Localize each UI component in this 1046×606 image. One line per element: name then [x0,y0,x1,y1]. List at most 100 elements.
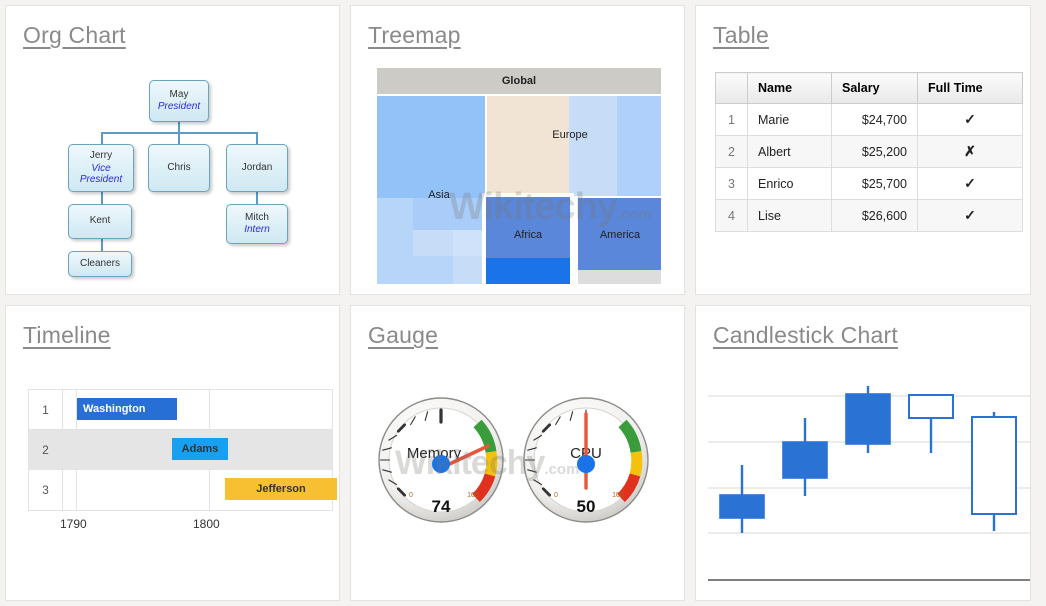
treemap-node-europe-a[interactable] [487,96,569,196]
panel-cell-candlestick: Candlestick Chart [690,300,1036,606]
treemap-node-africa-sub[interactable] [486,258,570,284]
cell-salary: $25,700 [831,167,918,200]
table-header-row: Name Salary Full Time [715,72,1023,104]
cell-fulltime: ✗ [917,135,1023,168]
org-connector [101,132,103,144]
treemap-node-europe-b[interactable] [569,96,617,196]
timeline-tick-1790: 1790 [60,517,87,531]
org-node-jordan[interactable]: Jordan [226,144,288,192]
treemap-node-asia-f[interactable] [377,256,453,284]
treemap-node-label: America [599,229,641,241]
panel-cell-treemap: Treemap Global Asia Europe Africa Americ… [345,0,690,300]
timeline-tick-1800: 1800 [193,517,220,531]
timeline-row[interactable]: 2 Adams [29,430,332,470]
timeline-row-index: 2 [29,430,63,469]
gauge-memory-max: 100 [467,492,479,499]
timeline-row-index: 1 [29,390,63,429]
gauge-title: Gauge [368,322,439,348]
treemap-label-asia: Asia [395,186,483,204]
timeline-title: Timeline [23,322,111,348]
org-connector [178,122,180,132]
cell-fulltime: ✓ [917,103,1023,136]
candlestick-candle-1[interactable] [719,465,765,533]
org-node-jerry[interactable]: Jerry Vice President [68,144,134,192]
org-node-kent[interactable]: Kent [68,204,132,239]
treemap-node-label: Global [501,75,537,87]
treemap-node-asia-a[interactable] [377,96,485,198]
panel-cell-gauge: Gauge Memory 0 100 74 0 100 50 Wikitechy… [345,300,690,606]
treemap-node-global[interactable]: Global [377,68,661,94]
timeline-row[interactable]: 3 Jefferson [29,470,337,510]
treemap-title: Treemap [368,22,461,48]
dashboard-grid: Org Chart May President Jerry Vice Presid… [0,0,1046,606]
treemap-label-africa: Africa [487,226,569,244]
org-chart-canvas: May President Jerry Vice President Chris … [6,66,339,286]
treemap-label-europe: Europe [525,126,615,144]
candlestick-canvas [704,372,1030,597]
gauge-memory[interactable]: Memory 0 100 74 [377,396,505,524]
table-col-salary[interactable]: Salary [831,72,918,104]
timeline-bar-jefferson[interactable]: Jefferson [225,478,337,500]
org-node-role: Intern [244,224,270,235]
org-node-may[interactable]: May President [149,80,209,122]
candlestick-svg [708,386,1030,581]
org-connector [178,132,180,144]
org-node-label: Jordan [241,161,273,173]
cell-name: Enrico [747,167,832,200]
timeline-bar-adams[interactable]: Adams [172,438,228,460]
gauge-cpu-value: 50 [577,497,596,516]
table-row[interactable]: 4 Lise $26,600 ✓ [715,199,1023,232]
org-node-cleaners[interactable]: Cleaners [68,251,132,277]
card-gauge: Gauge Memory 0 100 74 0 100 50 Wikitechy… [350,305,685,601]
table-col-fulltime[interactable]: Full Time [917,72,1023,104]
table-title: Table [713,22,769,48]
table-row[interactable]: 1 Marie $24,700 ✓ [715,103,1023,136]
table-row[interactable]: 3 Enrico $25,700 ✓ [715,167,1023,200]
gauge-cpu[interactable]: CPU 0 100 50 [522,396,650,524]
timeline-bar-washington[interactable]: Washington [77,398,177,420]
treemap-node-label: Africa [513,229,543,241]
candlestick-candle-2[interactable] [782,418,828,496]
gauge-memory-svg: Memory 0 100 74 [378,397,504,523]
treemap-node-asia-g[interactable] [453,256,485,284]
cell-salary: $24,700 [831,103,918,136]
gauge-canvas: Memory 0 100 74 0 100 50 Wikitechy.com [367,386,684,576]
cell-name: Albert [747,135,832,168]
treemap-node-asia-b[interactable] [377,198,413,256]
timeline-bar-label: Jefferson [256,483,306,495]
table-col-index[interactable] [715,72,748,104]
treemap-node-europe-c[interactable] [617,96,661,196]
cell-salary: $26,600 [831,199,918,232]
cell-index: 2 [715,135,748,168]
cell-fulltime: ✓ [917,167,1023,200]
card-timeline: Timeline 1 Washington 2 Adams 3 Jefferso… [5,305,340,601]
treemap-node-america-sub[interactable] [578,270,661,284]
candlestick-candle-4[interactable] [908,394,954,453]
panel-cell-org-chart: Org Chart May President Jerry Vice Presid… [0,0,345,300]
org-chart-title: Org Chart [23,22,126,48]
org-node-role: Vice President [79,162,123,186]
candlestick-title: Candlestick Chart [713,322,898,348]
panel-cell-table: Table Name Salary Full Time 1 Marie $24,… [690,0,1036,300]
treemap-node-asia-e[interactable] [453,230,485,256]
gauge-memory-min: 0 [409,492,413,499]
org-node-label: Cleaners [79,257,121,269]
org-node-label: Chris [167,161,191,173]
org-node-label: Jerry [89,150,113,162]
timeline-bar-label: Adams [181,443,219,455]
treemap-label-america: America [579,226,661,244]
gauge-cpu-svg: CPU 0 100 50 [523,397,649,523]
candlestick-candle-5[interactable] [971,412,1017,531]
timeline-row[interactable]: 1 Washington [29,390,332,430]
table-row[interactable]: 2 Albert $25,200 ✗ [715,135,1023,168]
org-node-role: President [157,101,201,112]
org-node-chris[interactable]: Chris [148,144,210,192]
treemap-node-asia-d[interactable] [413,230,453,256]
org-node-label: Mitch [245,211,269,223]
org-node-mitch[interactable]: Mitch Intern [226,204,288,244]
candlestick-candle-3[interactable] [845,386,891,453]
table-col-name[interactable]: Name [747,72,832,104]
card-candlestick: Candlestick Chart [695,305,1031,601]
card-org-chart: Org Chart May President Jerry Vice Presid… [5,5,340,295]
treemap-node-label: Asia [428,189,450,201]
